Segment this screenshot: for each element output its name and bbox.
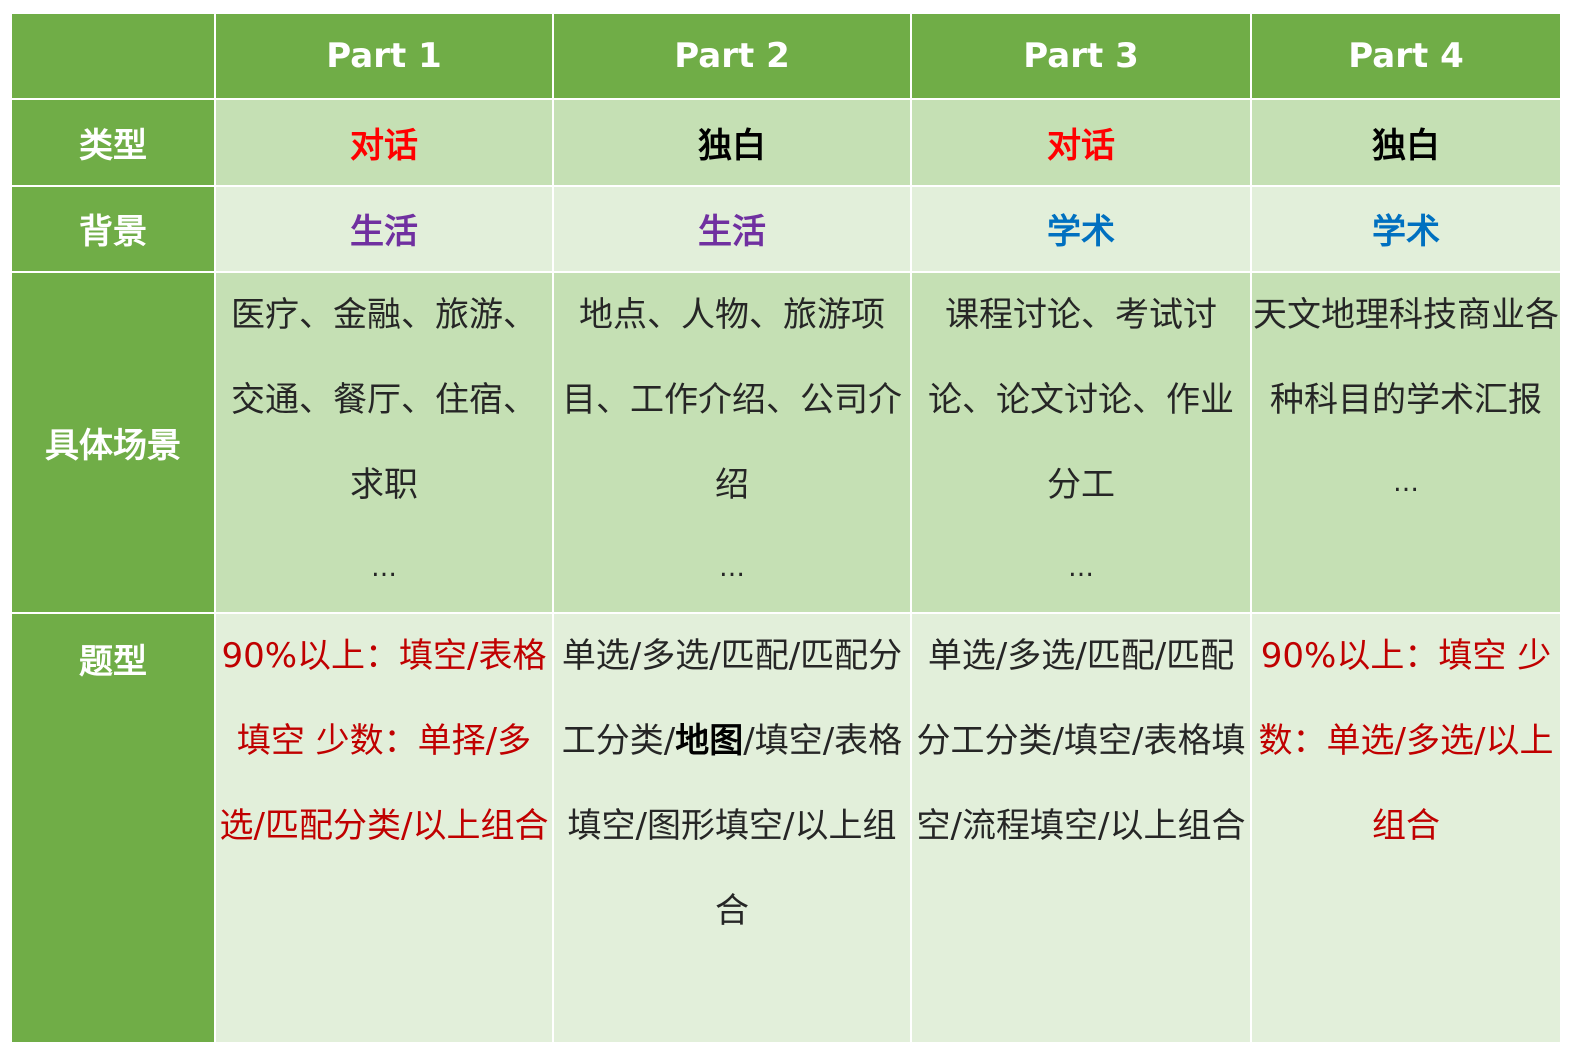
- question-type-cell-part-3: 单选/多选/匹配/匹配分工分类/填空/表格填空/流程填空/以上组合: [910, 612, 1252, 1044]
- background-cell-part-3: 学术: [910, 184, 1252, 273]
- header-part-3: Part 3: [910, 11, 1252, 101]
- scene-cell-part-4: 天文地理科技商业各种科目的学术汇报 …: [1250, 270, 1562, 615]
- row-label-type: 类型: [10, 98, 216, 187]
- background-cell-part-2: 生活: [552, 184, 912, 273]
- ielts-listening-parts-table: Part 1 Part 2 Part 3 Part 4 类型 对话 独白 对话 …: [10, 11, 1562, 1044]
- type-cell-part-1: 对话: [214, 98, 554, 187]
- background-cell-part-4: 学术: [1250, 184, 1562, 273]
- header-part-2: Part 2: [552, 11, 912, 101]
- question-type-cell-part-1: 90%以上：填空/表格填空 少数：单择/多选/匹配分类/以上组合: [214, 612, 554, 1044]
- corner-cell: [10, 11, 216, 101]
- qtype-part-2-bold-map: 地图: [675, 721, 744, 762]
- row-label-scene: 具体场景: [10, 270, 216, 615]
- header-part-1: Part 1: [214, 11, 554, 101]
- scene-ellipsis-part-2: …: [719, 552, 745, 583]
- type-cell-part-3: 对话: [910, 98, 1252, 187]
- comparison-table-container: Part 1 Part 2 Part 3 Part 4 类型 对话 独白 对话 …: [10, 11, 1562, 1044]
- scene-text-part-4: 天文地理科技商业各种科目的学术汇报: [1253, 294, 1559, 420]
- row-label-background: 背景: [10, 184, 216, 273]
- scene-cell-part-1: 医疗、金融、旅游、交通、餐厅、住宿、求职 …: [214, 270, 554, 615]
- type-cell-part-4: 独白: [1250, 98, 1562, 187]
- background-cell-part-1: 生活: [214, 184, 554, 273]
- header-part-4: Part 4: [1250, 11, 1562, 101]
- qtype-part-4-line-1: 90%以上：填空: [1260, 636, 1507, 677]
- type-cell-part-2: 独白: [552, 98, 912, 187]
- scene-text-part-2: 地点、人物、旅游项目、工作介绍、公司介绍: [562, 294, 902, 505]
- scene-text-part-3: 课程讨论、考试讨论、论文讨论、作业分工: [928, 294, 1234, 505]
- scene-row: 具体场景 医疗、金融、旅游、交通、餐厅、住宿、求职 … 地点、人物、旅游项目、工…: [10, 270, 1562, 615]
- background-row: 背景 生活 生活 学术 学术: [10, 184, 1562, 273]
- question-type-cell-part-4: 90%以上：填空 少数：单选/多选/以上组合: [1250, 612, 1562, 1044]
- scene-text-part-1: 医疗、金融、旅游、交通、餐厅、住宿、求职: [231, 294, 537, 505]
- scene-ellipsis-part-4: …: [1393, 467, 1419, 498]
- question-type-cell-part-2: 单选/多选/匹配/匹配分工分类/地图/填空/表格填空/图形填空/以上组合: [552, 612, 912, 1044]
- scene-ellipsis-part-1: …: [371, 552, 397, 583]
- question-type-row: 题型 90%以上：填空/表格填空 少数：单择/多选/匹配分类/以上组合 单选/多…: [10, 612, 1562, 1044]
- type-row: 类型 对话 独白 对话 独白: [10, 98, 1562, 187]
- header-row: Part 1 Part 2 Part 3 Part 4: [10, 11, 1562, 101]
- scene-ellipsis-part-3: …: [1068, 552, 1094, 583]
- row-label-question-type: 题型: [10, 612, 216, 1044]
- scene-cell-part-3: 课程讨论、考试讨论、论文讨论、作业分工 …: [910, 270, 1252, 615]
- scene-cell-part-2: 地点、人物、旅游项目、工作介绍、公司介绍 …: [552, 270, 912, 615]
